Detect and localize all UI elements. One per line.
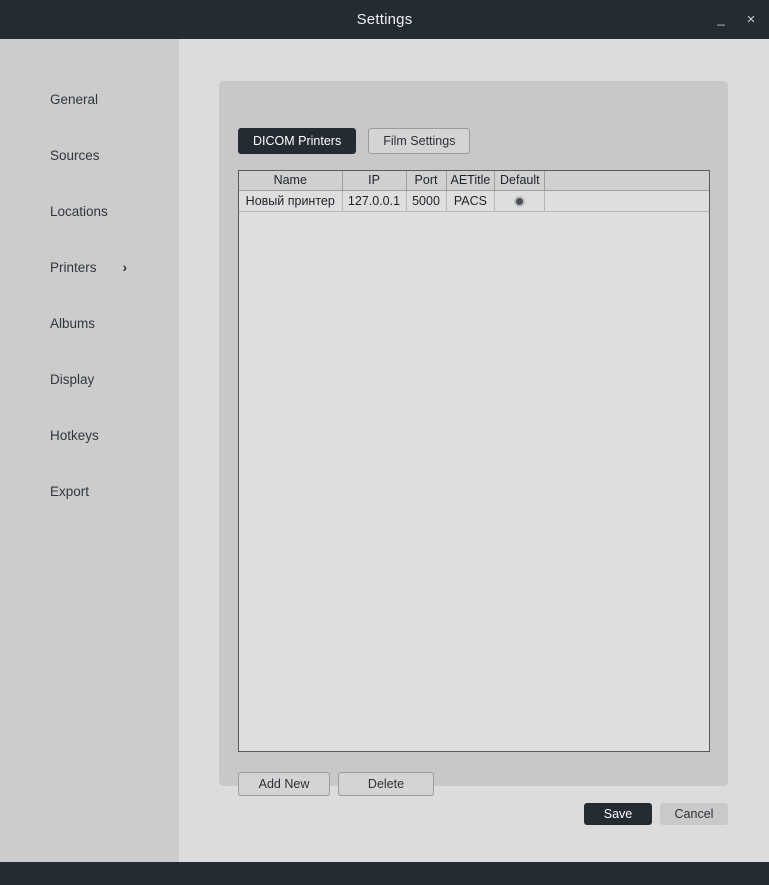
sidebar-item-hotkeys[interactable]: Hotkeys xyxy=(0,429,179,485)
sidebar-item-label: Export xyxy=(50,484,90,499)
sidebar: General Sources Locations Printers › Alb… xyxy=(0,39,179,862)
sidebar-item-label: Sources xyxy=(50,148,100,163)
table-body: Новый принтер 127.0.0.1 5000 PACS xyxy=(239,190,709,212)
sidebar-item-label: Hotkeys xyxy=(50,428,99,443)
column-header-aetitle[interactable]: AETitle xyxy=(446,171,496,191)
cell-aetitle[interactable]: PACS xyxy=(446,190,496,212)
save-button[interactable]: Save xyxy=(584,803,652,825)
sidebar-item-label: Locations xyxy=(50,204,108,219)
table-row[interactable]: Новый принтер 127.0.0.1 5000 PACS xyxy=(239,190,709,212)
cell-filler xyxy=(544,190,709,212)
add-new-button[interactable]: Add New xyxy=(238,772,330,796)
close-icon[interactable]: × xyxy=(743,12,759,28)
sidebar-item-label: General xyxy=(50,92,99,107)
tab-bar: DICOM Printers Film Settings xyxy=(238,128,471,154)
cell-ip[interactable]: 127.0.0.1 xyxy=(342,190,407,212)
cell-name[interactable]: Новый принтер xyxy=(239,190,343,212)
sidebar-item-albums[interactable]: Albums xyxy=(0,317,179,373)
cell-default[interactable] xyxy=(494,190,546,212)
settings-window: Settings _ × General Sources Locations P… xyxy=(0,0,769,885)
sidebar-item-locations[interactable]: Locations xyxy=(0,205,179,261)
column-header-default[interactable]: Default xyxy=(494,171,546,191)
minimize-icon[interactable]: _ xyxy=(713,12,729,28)
printers-table: Name IP Port AETitle Default Новый принт… xyxy=(239,171,709,212)
bottom-bar xyxy=(0,862,769,885)
sidebar-item-label: Display xyxy=(50,372,95,387)
content-area: DICOM Printers Film Settings Name IP Por… xyxy=(179,39,769,862)
cancel-button[interactable]: Cancel xyxy=(660,803,728,825)
column-header-port[interactable]: Port xyxy=(406,171,447,191)
sidebar-item-printers[interactable]: Printers › xyxy=(0,259,179,317)
table-header-row: Name IP Port AETitle Default xyxy=(239,171,709,191)
default-radio-icon[interactable] xyxy=(514,195,526,207)
column-header-name[interactable]: Name xyxy=(239,171,343,191)
sidebar-item-label: Albums xyxy=(50,316,96,331)
printers-card: DICOM Printers Film Settings Name IP Por… xyxy=(219,81,728,796)
sidebar-item-general[interactable]: General xyxy=(0,93,179,149)
footer-action-bar: Save Cancel xyxy=(584,803,728,825)
sidebar-nav: General Sources Locations Printers › Alb… xyxy=(0,39,179,541)
column-header-filler xyxy=(544,171,709,191)
card-action-bar: Add New Delete xyxy=(238,772,434,796)
sidebar-item-label: Printers xyxy=(50,260,97,275)
tab-dicom-printers[interactable]: DICOM Printers xyxy=(238,128,357,154)
table-head: Name IP Port AETitle Default xyxy=(239,171,709,191)
window-controls: _ × xyxy=(713,0,759,39)
delete-button[interactable]: Delete xyxy=(338,772,434,796)
tab-film-settings[interactable]: Film Settings xyxy=(368,128,471,154)
column-header-ip[interactable]: IP xyxy=(342,171,407,191)
title-bar: Settings _ × xyxy=(0,0,769,39)
sidebar-item-display[interactable]: Display xyxy=(0,373,179,429)
window-title: Settings xyxy=(356,11,413,28)
printers-table-container[interactable]: Name IP Port AETitle Default Новый принт… xyxy=(238,170,710,752)
chevron-right-icon: › xyxy=(122,259,128,275)
cell-port[interactable]: 5000 xyxy=(406,190,447,212)
sidebar-item-sources[interactable]: Sources xyxy=(0,149,179,205)
sidebar-item-export[interactable]: Export xyxy=(0,485,179,541)
